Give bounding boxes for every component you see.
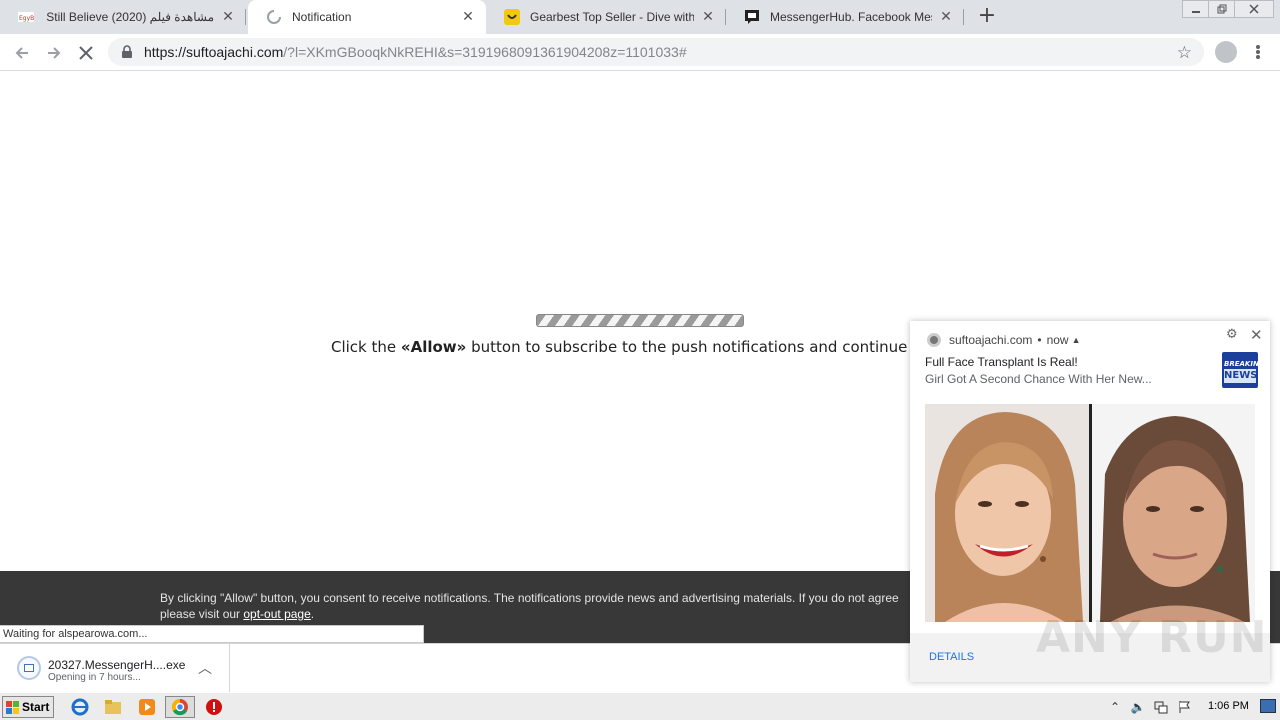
volume-icon[interactable]: 🔈	[1129, 698, 1147, 716]
allow-instructions: Click the «Allow» button to subscribe to…	[331, 338, 911, 356]
windows-taskbar: Start ⌃ 🔈 1:06 PM	[0, 692, 1280, 720]
chrome-icon	[927, 333, 941, 347]
media-player-icon[interactable]	[137, 697, 157, 717]
notification-image	[925, 404, 1255, 622]
details-button[interactable]: DETAILS	[929, 651, 974, 663]
windows-logo-icon	[6, 700, 19, 714]
clock[interactable]: 1:06 PM	[1208, 700, 1249, 712]
download-status: Opening in 7 hours...	[48, 672, 141, 683]
internet-explorer-icon[interactable]	[70, 697, 90, 717]
start-button[interactable]: Start	[2, 696, 54, 718]
close-icon[interactable]: ✕	[220, 9, 236, 25]
stop-button[interactable]	[74, 41, 98, 65]
browser-menu-button[interactable]	[1250, 41, 1266, 63]
minimize-button[interactable]	[1182, 0, 1210, 18]
network-icon[interactable]	[1152, 698, 1170, 716]
tab-title: MessengerHub. Facebook Messenger	[770, 10, 932, 24]
flag-icon[interactable]	[1175, 698, 1193, 716]
notification-source: suftoajachi.com	[949, 333, 1033, 347]
anyrun-watermark: ANY RUN	[1036, 612, 1268, 663]
close-icon[interactable]: ✕	[938, 9, 954, 25]
allow-keyword: «Allow»	[400, 338, 467, 356]
tab-egybest[interactable]: EgyBest مشاهدة فيلم I Still Believe (202…	[0, 0, 246, 34]
svg-text:EgyBest: EgyBest	[19, 15, 34, 22]
file-explorer-icon[interactable]	[103, 697, 123, 717]
chevron-up-icon[interactable]: ▲	[1072, 335, 1081, 345]
consent-text: By clicking "Allow" button, you consent …	[160, 591, 899, 621]
profile-avatar[interactable]	[1215, 41, 1237, 63]
restore-button[interactable]	[1208, 0, 1236, 18]
tab-title: Notification	[292, 10, 352, 24]
tab-notification[interactable]: Notification ✕	[248, 0, 486, 34]
tray-expand-icon[interactable]: ⌃	[1106, 698, 1124, 716]
tab-title: مشاهدة فيلم I Still Believe (2020) مـ	[44, 10, 214, 24]
close-icon[interactable]: ✕	[700, 9, 716, 25]
download-filename: 20327.MessengerH....exe	[48, 658, 186, 672]
executable-file-icon	[17, 656, 41, 680]
gear-icon[interactable]: ⚙	[1226, 327, 1238, 342]
minimize-icon	[1192, 11, 1200, 13]
close-icon[interactable]: ✕	[1250, 326, 1263, 344]
tab-messengerhub[interactable]: MessengerHub. Facebook Messenger ✕	[726, 0, 964, 34]
messengerhub-icon	[744, 9, 760, 25]
address-bar[interactable]: https://suftoajachi.com/?l=XKmGBooqkNkRE…	[108, 38, 1204, 66]
tab-gearbest[interactable]: Gearbest Top Seller - Dive with the C ✕	[486, 0, 726, 34]
lock-icon	[122, 45, 132, 58]
download-item[interactable]: 20327.MessengerH....exe Opening in 7 hou…	[0, 644, 230, 692]
notification-title: Full Face Transplant Is Real!	[925, 355, 1078, 369]
notification-time: now	[1046, 333, 1069, 347]
back-button[interactable]	[10, 41, 34, 65]
bookmark-star-icon[interactable]: ☆	[1177, 43, 1192, 63]
chevron-up-icon[interactable]: ︿	[198, 658, 212, 678]
stop-icon	[79, 46, 93, 60]
tab-strip: EgyBest مشاهدة فيلم I Still Believe (202…	[0, 0, 1280, 34]
breaking-news-thumbnail: BREAKING NEWS	[1222, 352, 1258, 388]
new-tab-button[interactable]: +	[976, 5, 998, 28]
close-icon[interactable]: ✕	[460, 9, 476, 25]
arrow-left-icon	[15, 47, 28, 59]
restore-icon	[1217, 4, 1227, 14]
opt-out-link[interactable]: opt-out page	[243, 607, 310, 621]
arrow-right-icon	[48, 47, 61, 59]
chrome-taskbar-icon[interactable]	[165, 696, 195, 718]
status-bar: Waiting for alspearowa.com...	[0, 625, 424, 643]
tab-title: Gearbest Top Seller - Dive with the C	[530, 10, 694, 24]
egybest-icon: EgyBest	[18, 9, 34, 25]
browser-toolbar: https://suftoajachi.com/?l=XKmGBooqkNkRE…	[0, 34, 1280, 71]
loading-progress-bar	[536, 314, 744, 327]
close-icon	[1249, 4, 1259, 14]
gearbest-icon	[504, 9, 520, 25]
show-desktop-button[interactable]	[1260, 699, 1276, 713]
loading-spinner-icon	[266, 9, 282, 25]
forward-button[interactable]	[42, 41, 66, 65]
system-tray: ⌃ 🔈	[1106, 693, 1280, 720]
url-text: https://suftoajachi.com/?l=XKmGBooqkNkRE…	[144, 44, 687, 60]
window-close-button[interactable]	[1234, 0, 1274, 18]
notification-header: suftoajachi.com • now ▲	[927, 331, 1081, 349]
notification-body: Girl Got A Second Chance With Her New...	[925, 372, 1152, 386]
stop-sign-icon[interactable]	[204, 697, 224, 717]
